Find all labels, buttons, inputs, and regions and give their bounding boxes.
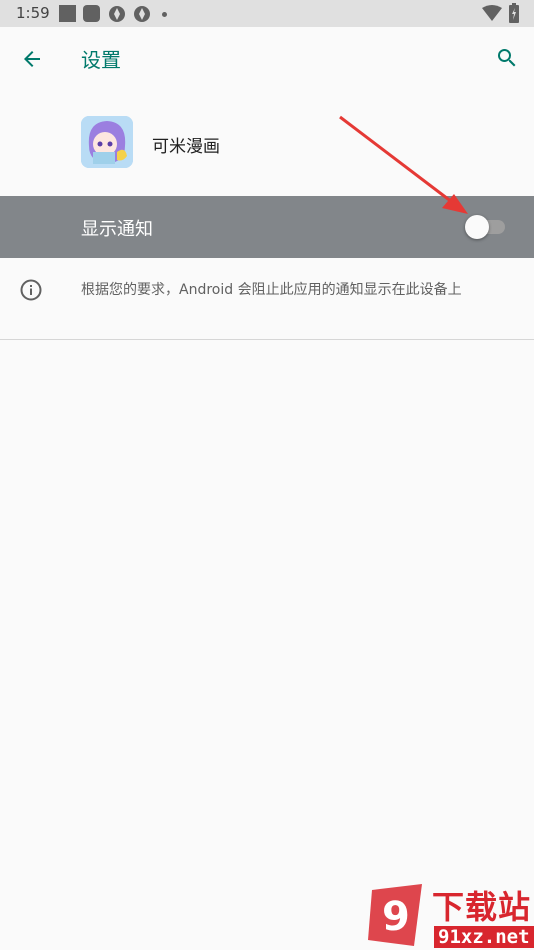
app-header: 可米漫画 <box>0 90 534 196</box>
show-notifications-row[interactable]: 显示通知 <box>0 196 534 258</box>
back-arrow-icon[interactable] <box>20 47 44 71</box>
svg-text:9: 9 <box>382 894 410 940</box>
watermark-title: 下载站 <box>432 888 532 926</box>
show-notifications-toggle[interactable] <box>465 215 505 239</box>
notification-aperture-icon <box>109 6 125 22</box>
notification-aperture-icon <box>134 6 150 22</box>
info-row: 根据您的要求，Android 会阻止此应用的通知显示在此设备上 <box>0 258 534 340</box>
watermark-badge-icon: 9 <box>368 884 422 946</box>
watermark-logo: 9 下载站 91xz.net <box>362 880 534 950</box>
watermark-url: 91xz.net <box>434 926 534 948</box>
page-title: 设置 <box>81 48 121 72</box>
notification-app-icon <box>83 5 100 22</box>
info-text: 根据您的要求，Android 会阻止此应用的通知显示在此设备上 <box>81 282 462 298</box>
notification-square-icon <box>59 5 76 22</box>
show-notifications-label: 显示通知 <box>81 219 153 240</box>
status-time: 1:59 <box>16 4 50 22</box>
info-icon <box>20 279 42 301</box>
search-icon[interactable] <box>495 46 519 70</box>
app-name: 可米漫画 <box>152 137 220 157</box>
more-notifications-dot-icon <box>162 12 167 17</box>
status-bar: 1:59 <box>0 0 534 27</box>
wifi-icon <box>482 5 502 21</box>
app-bar: 设置 <box>0 27 534 90</box>
app-icon <box>81 116 133 168</box>
toggle-thumb <box>465 215 489 239</box>
divider <box>0 339 534 340</box>
battery-icon <box>509 3 519 23</box>
